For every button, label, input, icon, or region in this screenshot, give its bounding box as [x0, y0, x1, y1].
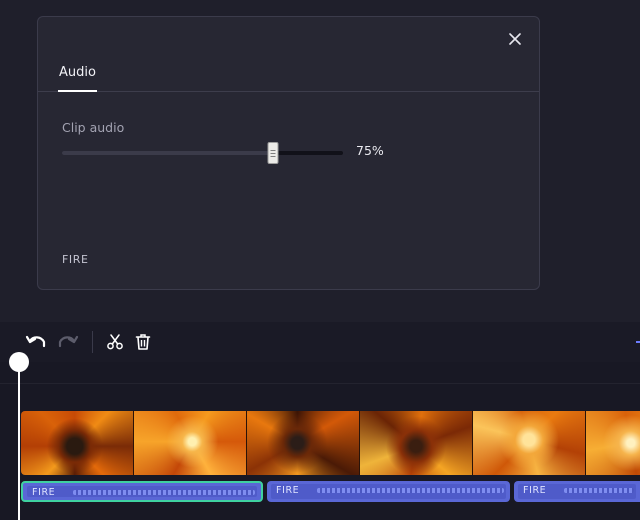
audio-waveform: [73, 490, 255, 495]
video-thumbnail: [247, 411, 360, 475]
audio-waveform: [317, 488, 504, 493]
editor-preview-area: Audio Clip audio 75% FIRE: [0, 0, 640, 322]
playhead-line: [18, 362, 20, 520]
video-thumbnail: [586, 411, 640, 475]
toolbar-divider: [92, 331, 93, 353]
volume-value: 75%: [356, 143, 384, 158]
clip-audio-label: Clip audio: [62, 120, 125, 135]
video-thumbnail: [360, 411, 473, 475]
audio-clip-label: FIRE: [276, 485, 300, 496]
timeline-toolbar: [0, 322, 640, 362]
timeline-ruler-divider: [0, 383, 640, 384]
audio-clip[interactable]: FIRE: [267, 481, 510, 502]
undo-button[interactable]: [24, 331, 48, 353]
volume-slider[interactable]: [62, 141, 343, 165]
playhead-handle[interactable]: [9, 352, 29, 372]
undo-icon: [25, 335, 46, 348]
audio-clip-selected[interactable]: FIRE: [21, 481, 263, 502]
tab-audio[interactable]: Audio: [58, 64, 97, 92]
volume-slider-thumb[interactable]: [267, 142, 279, 164]
redo-icon: [58, 335, 79, 348]
video-thumbnail: [134, 411, 247, 475]
audio-waveform: [564, 488, 634, 493]
trash-icon: [135, 334, 151, 350]
clip-name: FIRE: [62, 253, 89, 266]
audio-clip[interactable]: FIRE: [514, 481, 640, 502]
timeline[interactable]: FIRE FIRE FIRE: [0, 362, 640, 520]
video-thumbnail: [473, 411, 586, 475]
close-panel-button[interactable]: [505, 29, 525, 49]
video-clip-fire[interactable]: [21, 411, 640, 475]
close-icon: [509, 33, 521, 45]
video-thumbnail: [21, 411, 134, 475]
audio-properties-panel: Audio Clip audio 75% FIRE: [37, 16, 540, 290]
panel-tabs: Audio: [38, 62, 539, 92]
audio-clip-label: FIRE: [32, 487, 56, 498]
delete-button[interactable]: [131, 331, 155, 353]
audio-clip-label: FIRE: [523, 485, 547, 496]
volume-slider-fill: [62, 151, 273, 155]
volume-slider-track[interactable]: [62, 151, 343, 155]
toolbar-accent-mark: [636, 341, 640, 343]
redo-button[interactable]: [56, 331, 80, 353]
split-button[interactable]: [103, 331, 127, 353]
scissors-icon: [107, 334, 123, 350]
